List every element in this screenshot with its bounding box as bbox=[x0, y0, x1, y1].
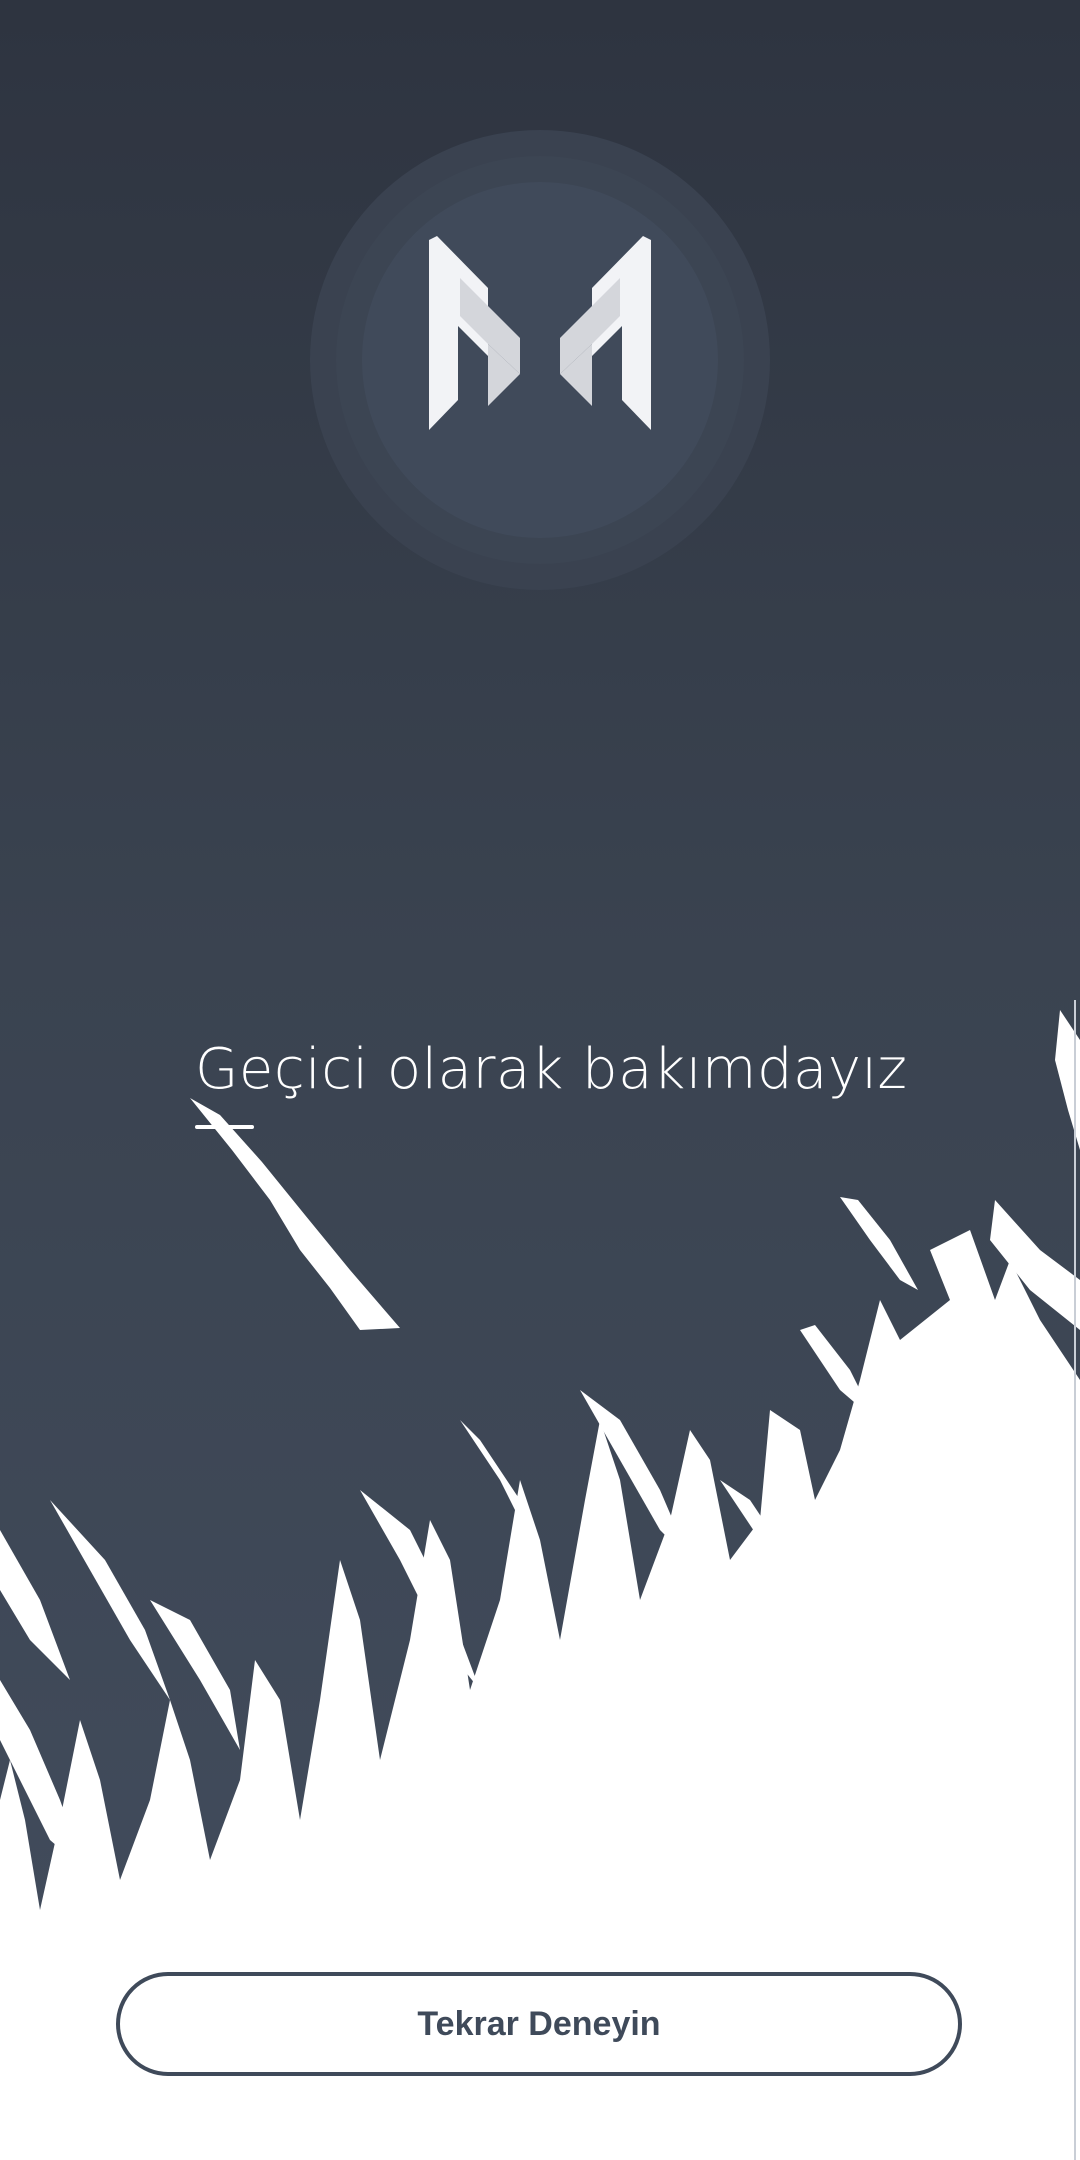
brand-logo bbox=[310, 130, 770, 590]
title-underline bbox=[195, 1125, 254, 1129]
scroll-edge-line bbox=[1074, 1000, 1076, 2160]
retry-button[interactable]: Tekrar Deneyin bbox=[116, 1972, 962, 2076]
maintenance-title: Geçici olarak bakımdayız bbox=[195, 1037, 908, 1102]
retry-button-label: Tekrar Deneyin bbox=[417, 2004, 661, 2043]
m-logo-icon bbox=[310, 130, 770, 590]
